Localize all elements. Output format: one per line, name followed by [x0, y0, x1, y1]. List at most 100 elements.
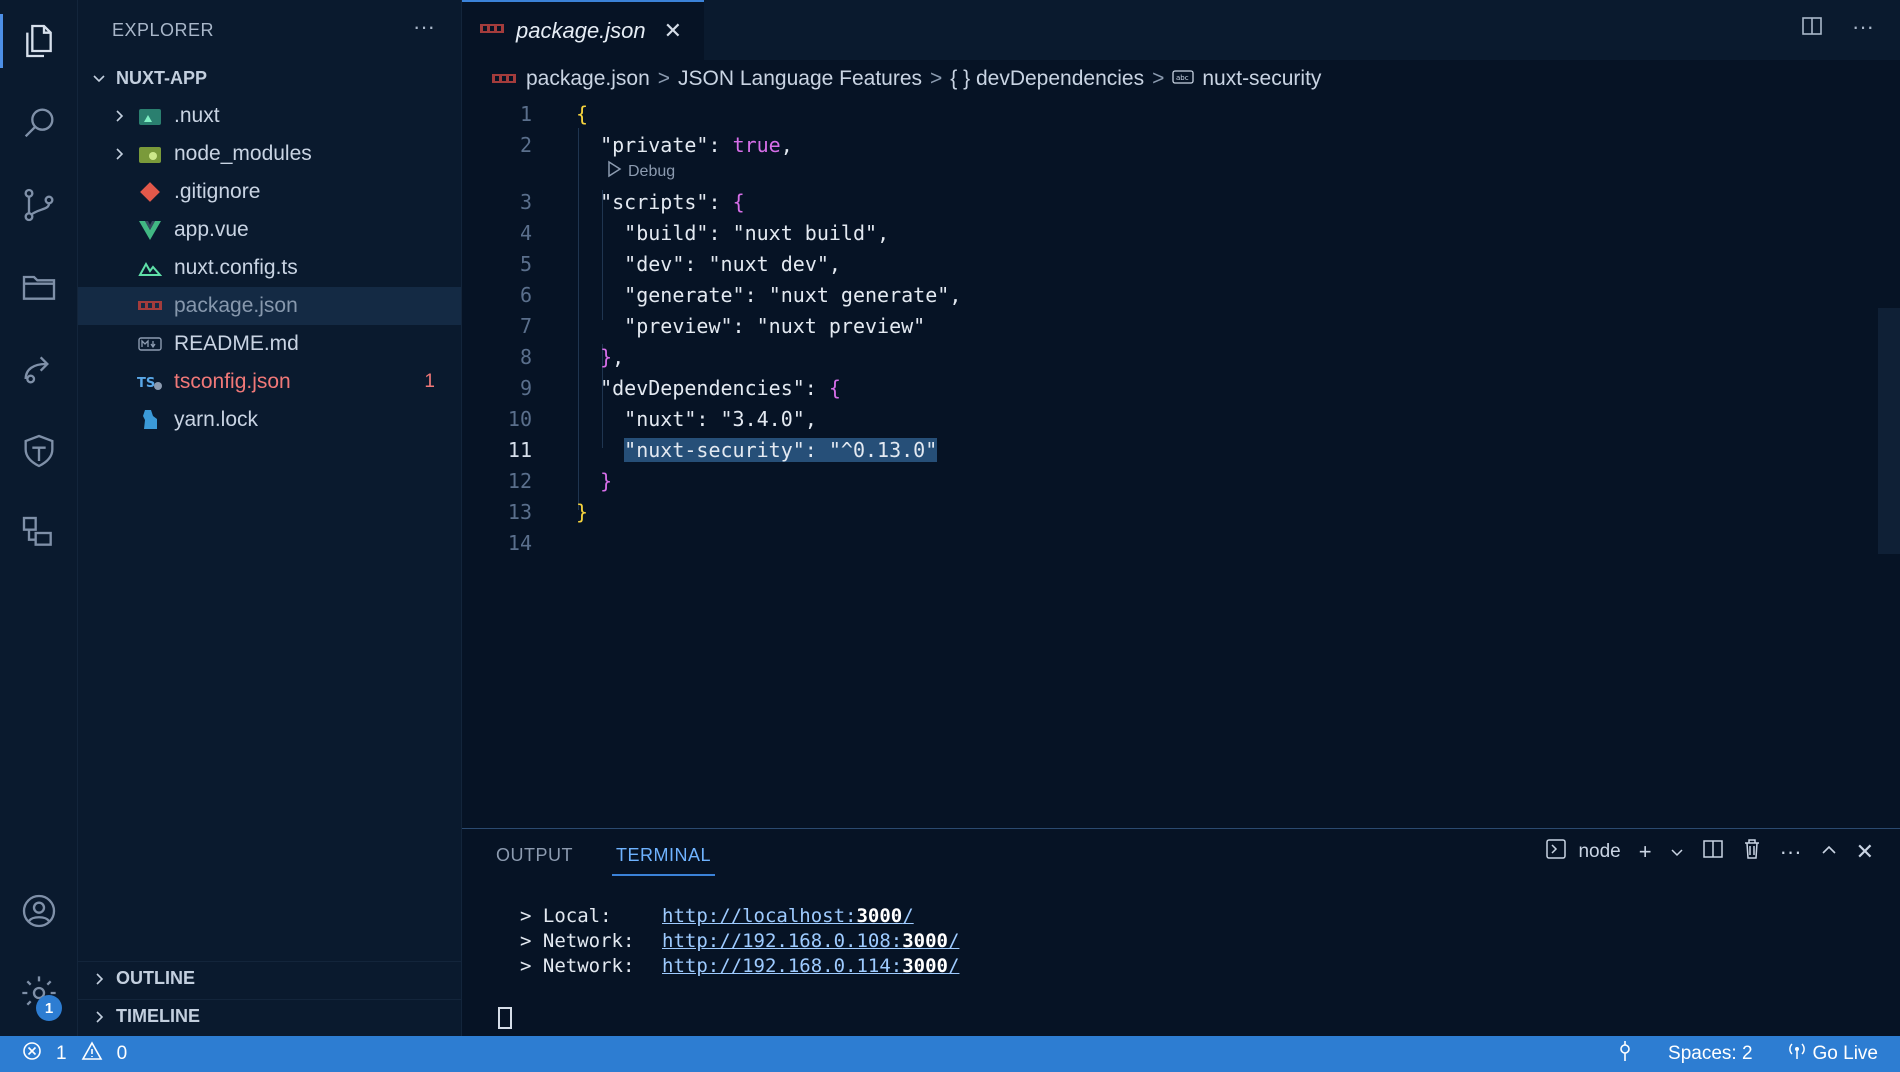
more-actions-icon[interactable]: ··· — [413, 14, 435, 40]
terminal-link[interactable]: http://localhost:3000/ — [662, 905, 914, 930]
chevron-right-icon: > — [657, 67, 671, 90]
activity-bar: 1 — [0, 0, 78, 1036]
line-number: 9 — [519, 375, 532, 400]
error-icon — [22, 1041, 42, 1067]
breadcrumb-item[interactable]: nuxt-security — [1202, 67, 1321, 91]
outline-label: OUTLINE — [116, 968, 195, 988]
terminal-line: > Network: http://192.168.0.108:3000/ — [520, 930, 959, 955]
tree-item-app-vue[interactable]: app.vue — [78, 211, 461, 249]
error-count-badge: 1 — [424, 371, 435, 392]
explorer-title: EXPLORER — [112, 20, 215, 40]
split-editor-icon[interactable] — [1800, 14, 1824, 44]
shield-icon[interactable] — [0, 416, 78, 486]
git-icon — [136, 178, 164, 206]
file-label: tsconfig.json — [174, 370, 291, 393]
terminal-shell-selector[interactable]: node — [1544, 837, 1621, 867]
text-selection: "nuxt-security": "^0.13.0" — [624, 437, 938, 462]
go-live-button[interactable]: Go Live — [1787, 1041, 1878, 1067]
code-line: 12 } — [462, 465, 1900, 496]
code-line: 14 — [462, 527, 1900, 558]
tree-item-yarn-lock[interactable]: yarn.lock — [78, 401, 461, 439]
tree-item-tsconfig[interactable]: TS tsconfig.json 1 — [78, 363, 461, 401]
tree-item-readme[interactable]: README.md — [78, 325, 461, 363]
breadcrumb-item[interactable]: { } devDependencies — [950, 67, 1144, 91]
broadcast-icon — [1787, 1041, 1807, 1067]
pin-icon[interactable] — [1616, 1040, 1634, 1068]
tree-item-nuxt-folder[interactable]: .nuxt — [78, 97, 461, 135]
line-number: 1 — [519, 101, 532, 126]
search-icon[interactable] — [0, 88, 78, 158]
ts-icon: TS — [136, 368, 164, 396]
code-line: 5 "dev": "nuxt dev", — [462, 248, 1900, 279]
split-terminal-icon[interactable] — [1702, 838, 1724, 866]
account-icon[interactable] — [0, 876, 78, 946]
file-label: app.vue — [174, 218, 249, 241]
line-number: 4 — [519, 220, 532, 245]
tree-item-package-json[interactable]: package.json — [78, 287, 461, 325]
problems-indicator[interactable]: 1 0 — [22, 1041, 127, 1067]
tree-item-node-modules[interactable]: node_modules — [78, 135, 461, 173]
tree-item-gitignore[interactable]: .gitignore — [78, 173, 461, 211]
indentation-status[interactable]: Spaces: 2 — [1668, 1043, 1753, 1065]
timeline-section[interactable]: TIMELINE — [78, 999, 461, 1033]
folder-icon[interactable] — [0, 252, 78, 322]
outline-section[interactable]: OUTLINE — [78, 961, 461, 995]
chevron-right-icon — [88, 968, 110, 990]
code-editor[interactable]: 1 { 2 "private": true, Debug 3 "scripts"… — [462, 98, 1900, 828]
chevron-right-icon — [108, 143, 130, 165]
editor-actions: ··· — [1800, 14, 1874, 44]
explorer-icon[interactable] — [0, 6, 78, 76]
error-count: 1 — [56, 1043, 67, 1064]
source-control-icon[interactable] — [0, 170, 78, 240]
tab-output[interactable]: OUTPUT — [496, 845, 573, 866]
tab-terminal[interactable]: TERMINAL — [611, 845, 716, 876]
line-number: 13 — [507, 499, 532, 524]
remote-icon[interactable] — [0, 334, 78, 404]
code-line: 2 "private": true, — [462, 129, 1900, 160]
close-icon[interactable]: ✕ — [664, 18, 682, 44]
more-actions-icon[interactable]: ··· — [1852, 14, 1874, 44]
code-line: 9 "devDependencies": { — [462, 372, 1900, 403]
more-actions-icon[interactable]: ··· — [1780, 839, 1802, 865]
extensions-icon[interactable] — [0, 498, 78, 568]
gear-icon[interactable] — [0, 958, 78, 1028]
project-name: NUXT-APP — [116, 67, 208, 88]
chevron-right-icon: > — [930, 67, 943, 90]
status-right: Spaces: 2 Go Live — [1616, 1040, 1878, 1068]
terminal-icon — [1544, 837, 1568, 867]
status-bar: 1 0 Spaces: 2 Go Live — [0, 1036, 1900, 1072]
chevron-up-icon[interactable] — [1820, 839, 1838, 865]
go-live-label: Go Live — [1812, 1043, 1878, 1064]
close-icon[interactable]: ✕ — [1856, 839, 1874, 865]
chevron-right-icon — [88, 1006, 110, 1028]
npm-icon — [480, 22, 504, 40]
tab-package-json[interactable]: package.json ✕ — [462, 0, 704, 60]
file-label: node_modules — [174, 142, 312, 165]
line-number: 5 — [519, 251, 532, 276]
panel-actions: node + ··· ✕ — [1544, 837, 1874, 867]
terminal-output[interactable]: > Local: http://localhost:3000/ > Networ… — [520, 905, 959, 980]
terminal-cursor — [498, 1007, 512, 1029]
line-number: 12 — [507, 468, 532, 493]
trash-icon[interactable] — [1742, 838, 1762, 866]
breadcrumb-item[interactable]: package.json — [526, 67, 650, 91]
breadcrumb: package.json > JSON Language Features > … — [462, 60, 1900, 98]
svg-text:TS: TS — [137, 376, 155, 391]
file-label: .gitignore — [174, 180, 261, 203]
editor-scrollbar[interactable] — [1878, 98, 1900, 828]
nuxt-folder-icon — [136, 102, 164, 130]
terminal-link[interactable]: http://192.168.0.114:3000/ — [662, 955, 959, 980]
breadcrumb-item[interactable]: JSON Language Features — [678, 67, 922, 91]
project-folder[interactable]: NUXT-APP — [78, 62, 461, 94]
code-line: 1 { — [462, 98, 1900, 129]
chevron-down-icon[interactable] — [1670, 839, 1684, 865]
scrollbar-thumb[interactable] — [1878, 308, 1900, 554]
line-number: 8 — [519, 344, 532, 369]
code-line: 7 "preview": "nuxt preview" — [462, 310, 1900, 341]
file-label: .nuxt — [174, 104, 220, 127]
add-terminal-icon[interactable]: + — [1639, 839, 1652, 865]
debug-codelens[interactable]: Debug — [606, 160, 675, 183]
terminal-line: > Network: http://192.168.0.114:3000/ — [520, 955, 959, 980]
terminal-link[interactable]: http://192.168.0.108:3000/ — [662, 930, 959, 955]
tree-item-nuxt-config[interactable]: nuxt.config.ts — [78, 249, 461, 287]
